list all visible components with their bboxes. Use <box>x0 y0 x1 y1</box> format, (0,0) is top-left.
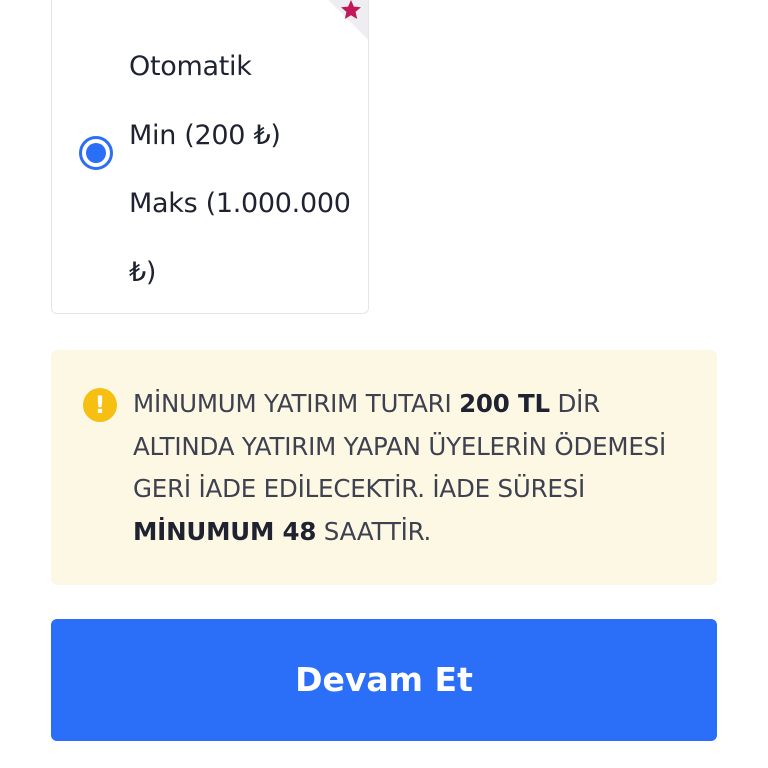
payment-option-card[interactable]: Otomatik Min (200 ₺) Maks (1.000.000 ₺) <box>51 0 369 314</box>
warning-refund-period: MİNUMUM 48 <box>133 516 317 546</box>
warning-text: MİNUMUM YATIRIM TUTARI 200 TL DİR ALTIND… <box>133 383 693 553</box>
option-max-amount: Maks (1.000.000 <box>129 188 351 219</box>
option-min-amount: Min (200 ₺) <box>129 119 281 151</box>
payment-page: Otomatik Min (200 ₺) Maks (1.000.000 ₺) … <box>0 0 768 768</box>
warning-text-part: MİNUMUM YATIRIM TUTARI <box>133 389 460 418</box>
option-title: Otomatik <box>129 51 252 82</box>
warning-notice: ! MİNUMUM YATIRIM TUTARI 200 TL DİR ALTI… <box>51 350 717 585</box>
warning-min-amount: 200 TL <box>459 389 550 418</box>
payment-option-radio[interactable] <box>79 136 113 170</box>
option-max-amount-cont: ₺) <box>129 256 157 288</box>
exclamation-icon: ! <box>83 388 117 422</box>
continue-button[interactable]: Devam Et <box>51 619 717 741</box>
warning-text-part: SAATTİR. <box>316 516 432 546</box>
star-icon <box>341 0 361 19</box>
payment-option-details: Otomatik Min (200 ₺) Maks (1.000.000 ₺) <box>129 33 354 307</box>
